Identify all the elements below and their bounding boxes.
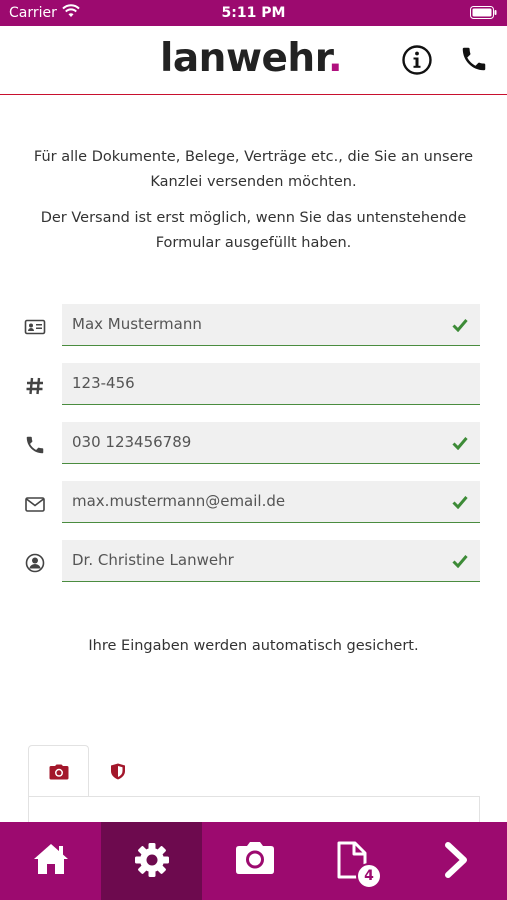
gear-icon [135,843,169,877]
nav-home[interactable] [0,822,101,900]
camera-icon [236,842,274,874]
advisor-field[interactable] [62,540,480,582]
nav-settings[interactable] [101,822,202,900]
logo: lanwehr. [160,36,343,81]
client-number-field-row [0,363,507,407]
email-input[interactable] [72,481,432,521]
client-number-input[interactable] [72,363,432,403]
info-icon[interactable] [401,44,433,76]
email-field-row [0,481,507,525]
tab-camera[interactable] [28,745,89,797]
autosave-note: Ihre Eingaben werden automatisch gesiche… [88,638,419,654]
home-icon [34,844,68,874]
camera-icon [49,764,69,780]
name-field-row [0,304,507,348]
nav-next[interactable] [405,822,506,900]
phone-icon[interactable] [459,44,489,74]
clock: 5:11 PM [221,5,286,21]
check-icon [452,496,468,509]
check-icon [452,319,468,332]
app-header: lanwehr. [0,26,507,95]
advisor-input[interactable] [72,540,432,580]
check-icon [452,437,468,450]
nav-documents[interactable]: 4 [304,822,405,900]
intro-text-1: Für alle Dokumente, Belege, Verträge etc… [33,149,474,190]
phone-field-row [0,422,507,466]
id-card-icon [24,319,46,335]
email-field[interactable] [62,481,480,523]
envelope-icon [25,497,45,512]
intro-text-2: Der Versand ist erst möglich, wenn Sie d… [40,210,467,251]
user-circle-icon [25,553,45,573]
upload-tabs [28,745,480,836]
tab-shield[interactable] [90,745,151,797]
documents-badge: 4 [356,863,382,889]
advisor-field-row [0,540,507,584]
logo-text: lanwehr [160,36,328,81]
shield-icon [111,763,125,780]
name-input[interactable] [72,304,432,344]
phone-icon [26,436,44,454]
name-field[interactable] [62,304,480,346]
phone-input[interactable] [72,422,432,462]
client-number-field[interactable] [62,363,480,405]
check-icon [452,555,468,568]
status-bar: Carrier 5:11 PM [0,0,507,26]
phone-field[interactable] [62,422,480,464]
bottom-nav: 4 [0,822,507,900]
logo-dot: . [327,36,343,81]
chevron-right-icon [445,842,467,878]
battery-icon [470,6,497,19]
nav-camera[interactable] [203,822,304,900]
hash-icon [26,377,43,395]
